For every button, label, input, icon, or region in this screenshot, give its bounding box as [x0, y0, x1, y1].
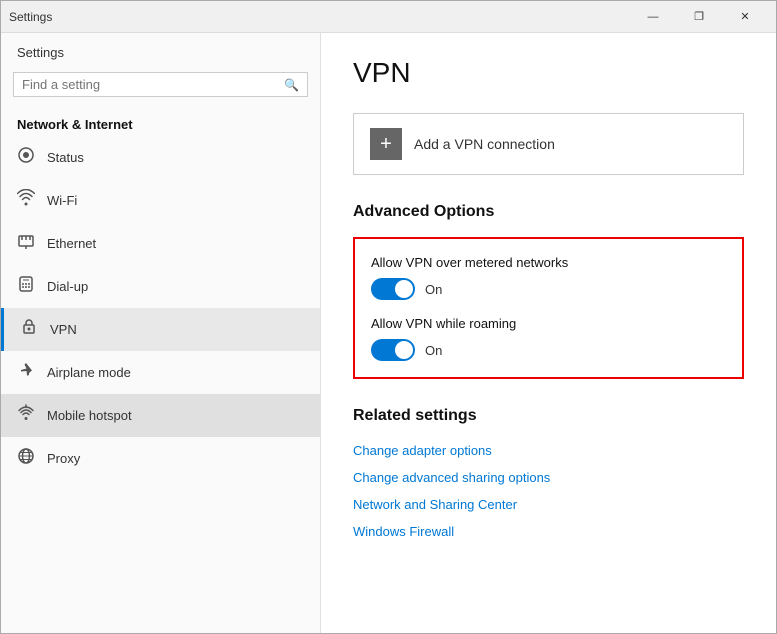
sidebar-item-label-airplane: Airplane mode [47, 365, 131, 380]
minimize-button[interactable]: — [630, 1, 676, 33]
title-bar: Settings — ❐ ✕ [1, 1, 776, 33]
sidebar-item-wifi[interactable]: Wi-Fi [1, 179, 320, 222]
advanced-options-box: Allow VPN over metered networks On Allow… [353, 237, 744, 379]
status-icon [17, 146, 35, 169]
hotspot-icon [17, 404, 35, 427]
related-settings-title: Related settings [353, 407, 744, 425]
sharing-options-link[interactable]: Change advanced sharing options [353, 464, 744, 491]
sidebar-item-airplane[interactable]: Airplane mode [1, 351, 320, 394]
vpn-roaming-toggle[interactable] [371, 339, 415, 361]
toggle-row-1: On [371, 278, 726, 300]
toggle2-state: On [425, 343, 442, 358]
airplane-icon [17, 361, 35, 384]
add-vpn-label: Add a VPN connection [414, 136, 555, 152]
advanced-options-title: Advanced Options [353, 203, 744, 221]
sidebar-item-label-proxy: Proxy [47, 451, 80, 466]
wifi-icon [17, 189, 35, 212]
sidebar-item-label-dialup: Dial-up [47, 279, 88, 294]
toggle1-state: On [425, 282, 442, 297]
sidebar-item-vpn[interactable]: VPN [1, 308, 320, 351]
dialup-icon [17, 275, 35, 298]
search-box[interactable]: 🔍 [13, 72, 308, 97]
add-vpn-button[interactable]: + Add a VPN connection [353, 113, 744, 175]
toggle-row-2: On [371, 339, 726, 361]
ethernet-icon [17, 232, 35, 255]
page-title: VPN [353, 57, 744, 89]
network-center-link[interactable]: Network and Sharing Center [353, 491, 744, 518]
sidebar-item-status[interactable]: Status [1, 136, 320, 179]
vpn-icon [20, 318, 38, 341]
firewall-link[interactable]: Windows Firewall [353, 518, 744, 545]
sidebar-header: Settings [1, 33, 320, 68]
sidebar-item-label-wifi: Wi-Fi [47, 193, 77, 208]
sidebar-item-label-ethernet: Ethernet [47, 236, 96, 251]
sidebar: Settings 🔍 Network & Internet Status [1, 33, 321, 633]
sidebar-item-hotspot[interactable]: Mobile hotspot [1, 394, 320, 437]
plus-sign: + [380, 133, 392, 156]
adapter-options-link[interactable]: Change adapter options [353, 437, 744, 464]
settings-window: Settings — ❐ ✕ Settings 🔍 Network & Inte… [0, 0, 777, 634]
maximize-button[interactable]: ❐ [676, 1, 722, 33]
option2-label: Allow VPN while roaming [371, 316, 726, 331]
proxy-icon [17, 447, 35, 470]
vpn-metered-toggle[interactable] [371, 278, 415, 300]
main-panel: VPN + Add a VPN connection Advanced Opti… [321, 33, 776, 633]
sidebar-item-dialup[interactable]: Dial-up [1, 265, 320, 308]
search-icon: 🔍 [284, 78, 299, 92]
window-content: Settings 🔍 Network & Internet Status [1, 33, 776, 633]
sidebar-item-label-vpn: VPN [50, 322, 77, 337]
search-input[interactable] [22, 77, 284, 92]
sidebar-item-ethernet[interactable]: Ethernet [1, 222, 320, 265]
add-icon: + [370, 128, 402, 160]
sidebar-section-label: Network & Internet [1, 109, 320, 136]
sidebar-item-label-hotspot: Mobile hotspot [47, 408, 132, 423]
option1-label: Allow VPN over metered networks [371, 255, 726, 270]
close-button[interactable]: ✕ [722, 1, 768, 33]
sidebar-item-proxy[interactable]: Proxy [1, 437, 320, 480]
window-title: Settings [9, 10, 630, 24]
sidebar-item-label-status: Status [47, 150, 84, 165]
window-controls: — ❐ ✕ [630, 1, 768, 33]
